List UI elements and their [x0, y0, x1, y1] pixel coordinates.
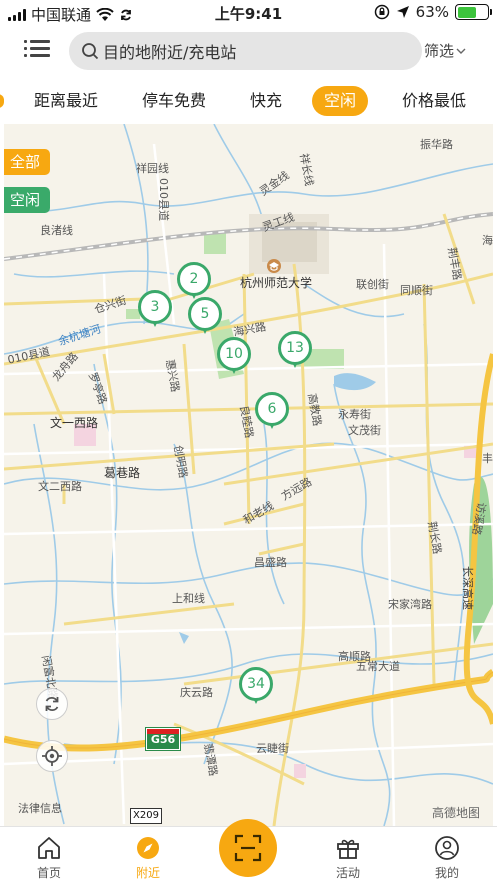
map-view[interactable]: 祥园线 祥长线 振华路 良渚线 灵金线 灵工线 杭州师范大学 联创街 同顺街 仓… — [4, 124, 493, 826]
map-label: 文一西路 — [50, 416, 99, 430]
nav-nearby-label: 附近 — [135, 866, 160, 880]
search-header: 目的地附近/充电站 筛选 — [0, 30, 497, 74]
locate-icon — [42, 746, 62, 766]
station-pin[interactable]: 34 — [239, 667, 273, 709]
tab-free-parking[interactable]: 停车免费 — [142, 86, 206, 116]
station-count: 34 — [239, 667, 273, 701]
compass-icon — [137, 837, 159, 859]
tab-distance[interactable]: 距离最近 — [34, 86, 98, 116]
nav-home[interactable]: 首页 — [19, 827, 79, 881]
map-label: 上和线 — [172, 592, 205, 605]
road-shield-x209: X209 — [130, 808, 162, 824]
gift-icon — [337, 839, 359, 859]
nav-home-label: 首页 — [36, 866, 61, 880]
tab-fast-charge[interactable]: 快充 — [250, 86, 282, 116]
station-pin[interactable]: 13 — [278, 331, 312, 373]
nav-activity-label: 活动 — [335, 866, 360, 880]
nav-activity[interactable]: 活动 — [318, 827, 378, 881]
home-icon — [38, 837, 60, 859]
rotation-lock-icon — [374, 4, 389, 20]
filter-label: 筛选 — [424, 42, 455, 60]
station-pin[interactable]: 10 — [217, 337, 251, 379]
station-count: 3 — [138, 290, 172, 324]
scan-button[interactable] — [219, 819, 277, 877]
sort-tabs: 距离最近 停车免费 快充 空闲 价格最低 — [0, 86, 497, 118]
search-icon — [82, 43, 99, 60]
map-label: 宋家湾路 — [388, 598, 432, 611]
amap-logo: 高德地图 — [432, 806, 481, 820]
nav-nearby[interactable]: 附近 — [118, 827, 178, 881]
chevron-down-icon — [456, 48, 466, 54]
map-label: 云睫街 — [256, 742, 289, 755]
map-label: 振华路 — [420, 138, 453, 151]
map-label: 五常大道 — [356, 660, 400, 673]
refresh-button[interactable] — [36, 688, 68, 720]
user-icon — [435, 836, 459, 860]
status-right: 63% — [374, 3, 492, 21]
locate-button[interactable] — [36, 740, 68, 772]
map-label: 葛巷路 — [104, 466, 141, 480]
location-arrow-icon — [396, 6, 409, 18]
refresh-icon — [45, 697, 59, 711]
tab-idle[interactable]: 空闲 — [312, 86, 369, 116]
map-label: 海 — [482, 234, 493, 247]
tab-scroll-indicator — [0, 94, 4, 108]
map-label: 庆云路 — [180, 686, 213, 699]
search-placeholder: 目的地附近/充电站 — [103, 43, 237, 62]
station-pin[interactable]: 3 — [138, 290, 172, 332]
station-count: 2 — [177, 262, 211, 296]
map-label: 昌盛路 — [254, 556, 287, 569]
map-label: 祥园线 — [136, 162, 169, 175]
status-bar: 中国联通 上午9:41 63% — [0, 0, 497, 26]
nav-mine-label: 我的 — [434, 866, 459, 880]
station-count: 10 — [217, 337, 251, 371]
map-label: 文二西路 — [38, 480, 82, 493]
filter-chip-all[interactable]: 全部 — [4, 149, 51, 175]
station-count: 6 — [255, 392, 289, 426]
map-label-university: 杭州师范大学 — [240, 276, 313, 290]
map-label: 丰 — [482, 452, 493, 465]
nav-mine[interactable]: 我的 — [417, 827, 477, 881]
battery-icon — [455, 4, 492, 20]
scan-icon — [234, 834, 262, 862]
menu-icon[interactable] — [24, 39, 50, 61]
map-label: 联创街 — [356, 278, 389, 291]
highway-shield-g56: G56 — [145, 727, 181, 751]
battery-level — [457, 6, 476, 18]
bottom-nav: 首页 附近 活动 我的 — [0, 819, 497, 883]
battery-percent: 63% — [415, 3, 449, 21]
legal-info-link[interactable]: 法律信息 — [18, 800, 62, 816]
map-label: 良渚线 — [40, 224, 73, 237]
station-pin[interactable]: 6 — [255, 392, 289, 434]
tab-lowest-price[interactable]: 价格最低 — [402, 86, 466, 116]
station-count: 13 — [278, 331, 312, 365]
map-label: 同顺街 — [400, 284, 433, 297]
map-base — [4, 124, 493, 826]
map-label: 长深高速 — [461, 566, 474, 610]
filter-button[interactable]: 筛选 — [424, 40, 466, 61]
station-pin[interactable]: 5 — [188, 297, 222, 339]
search-input[interactable]: 目的地附近/充电站 — [69, 32, 422, 70]
map-label: 永寿街 — [338, 408, 371, 421]
university-icon — [267, 259, 281, 273]
map-label: 文茂街 — [348, 424, 381, 437]
station-count: 5 — [188, 297, 222, 331]
map-label: 010县道 — [157, 178, 170, 221]
filter-chip-idle[interactable]: 空闲 — [4, 187, 51, 213]
